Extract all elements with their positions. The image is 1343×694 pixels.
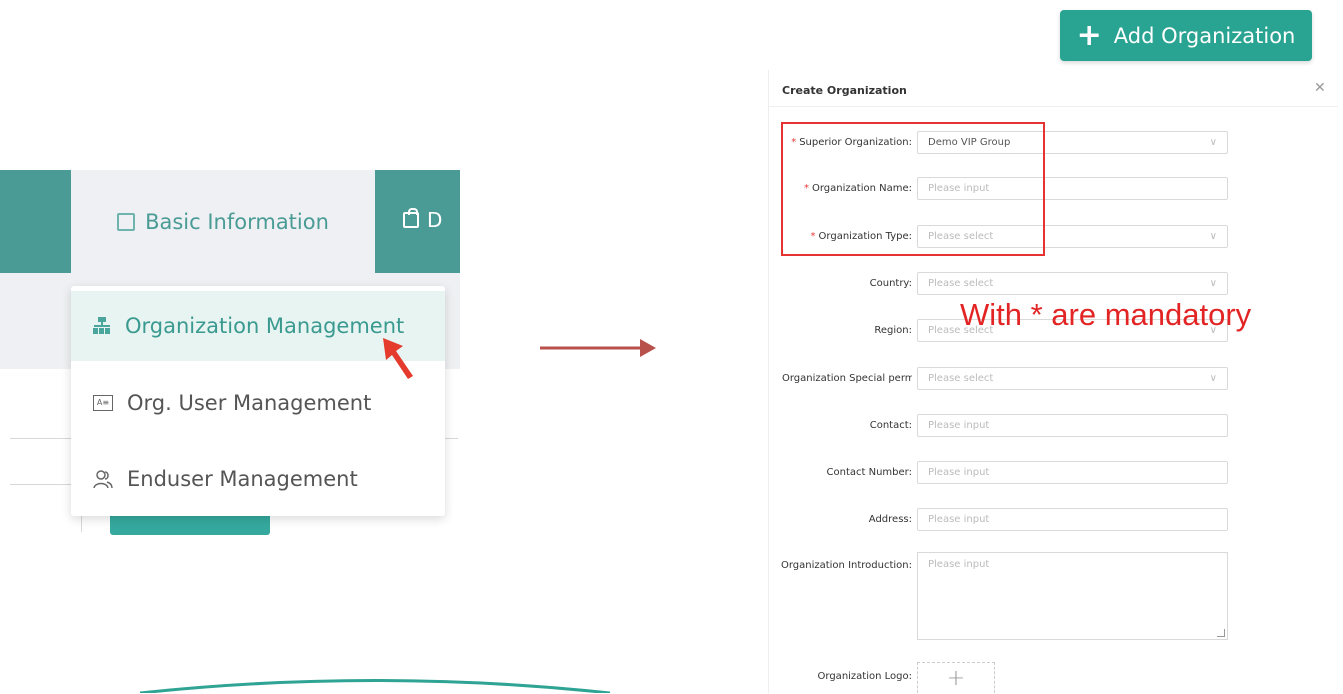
field-label-address: Address: <box>868 514 912 525</box>
field-label-organization-introduction: Organization Introduction: <box>780 560 912 571</box>
nav-tab-next-label: D <box>427 208 443 232</box>
nav-tab-next[interactable]: D <box>403 208 442 232</box>
organization-special-permission-select[interactable]: Please select ∨ <box>917 367 1228 390</box>
field-label-organization-logo: Organization Logo: <box>817 671 912 682</box>
menu-item-enduser-management[interactable]: Enduser Management <box>71 444 445 514</box>
plus-icon: + <box>946 666 966 691</box>
contact-input[interactable]: Please input <box>917 414 1228 437</box>
chevron-down-icon: ∨ <box>1209 137 1217 148</box>
field-label-organization-special-permission: Organization Special permis <box>782 373 912 384</box>
mandatory-annotation: With * are mandatory <box>960 297 1252 332</box>
menu-item-label: Enduser Management <box>127 467 358 491</box>
menu-item-label: Org. User Management <box>127 391 372 415</box>
organization-logo-upload[interactable]: + <box>917 662 995 693</box>
decorative-curve <box>140 679 610 693</box>
document-icon <box>117 212 136 231</box>
field-label-contact: Contact: <box>869 420 912 431</box>
chevron-down-icon: ∨ <box>1209 278 1217 289</box>
bag-icon <box>403 208 419 228</box>
id-card-icon: A≡ <box>93 395 113 411</box>
menu-item-label: Organization Management <box>125 314 405 338</box>
add-organization-label: Add Organization <box>1113 23 1296 48</box>
resize-handle-icon <box>1217 629 1225 637</box>
nav-tab-basic-information[interactable]: Basic Information <box>71 170 375 273</box>
users-icon <box>93 470 113 489</box>
chevron-down-icon: ∨ <box>1209 231 1217 242</box>
field-label-country: Country: <box>869 278 912 289</box>
field-label-region: Region: <box>874 325 912 336</box>
organization-introduction-textarea[interactable]: Please input <box>917 552 1228 640</box>
org-tree-icon <box>93 317 111 335</box>
add-organization-button[interactable]: + Add Organization <box>1060 10 1312 61</box>
chevron-down-icon: ∨ <box>1209 373 1217 384</box>
close-icon[interactable]: ✕ <box>1314 80 1326 96</box>
address-input[interactable]: Please input <box>917 508 1228 531</box>
country-select[interactable]: Please select ∨ <box>917 272 1228 295</box>
field-label-contact-number: Contact Number: <box>826 467 912 478</box>
nav-tab-label: Basic Information <box>145 209 329 234</box>
arrow-right-icon <box>540 339 656 357</box>
modal-title: Create Organization <box>782 84 907 97</box>
plus-icon: + <box>1076 17 1102 53</box>
pointer-arrow-icon <box>383 338 413 379</box>
basic-information-dropdown: Organization Management A≡ Org. User Man… <box>71 286 445 516</box>
contact-number-input[interactable]: Please input <box>917 461 1228 484</box>
divider <box>768 106 1338 107</box>
input-border <box>10 484 80 485</box>
mandatory-highlight-box <box>781 122 1045 256</box>
